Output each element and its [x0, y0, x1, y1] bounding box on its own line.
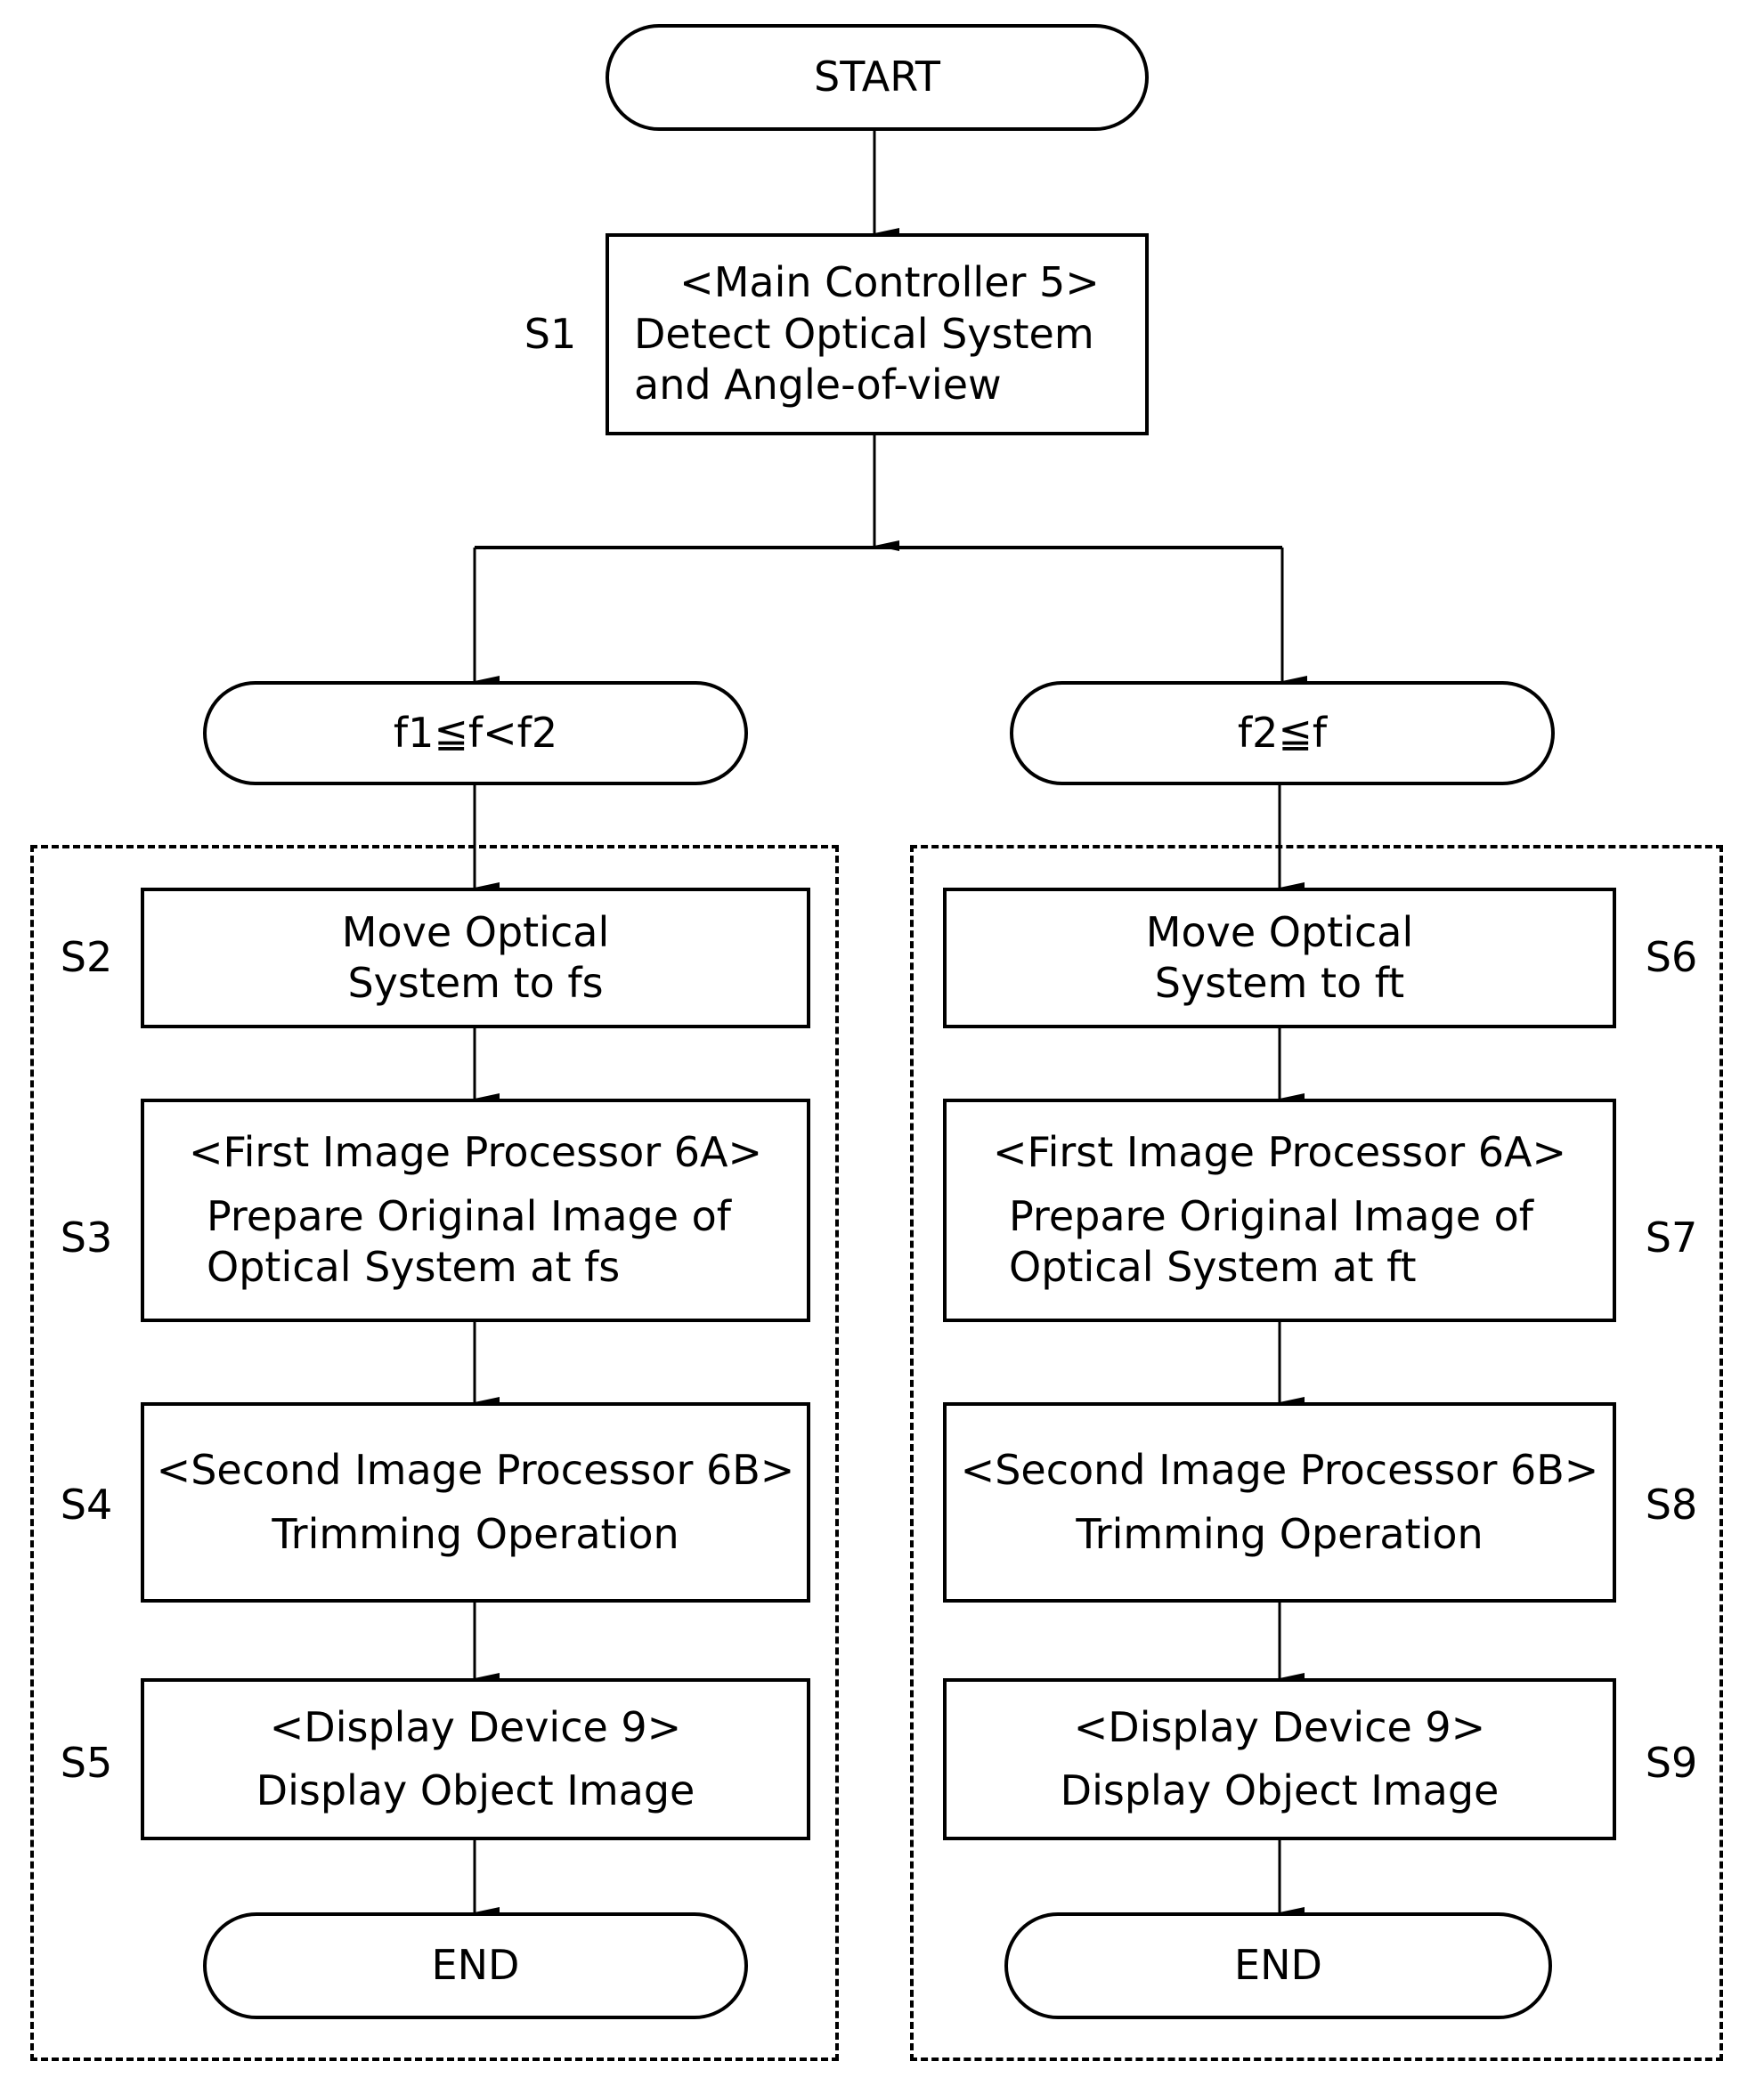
s6-text-line-2: System to ft [1154, 959, 1405, 1007]
s5-text-line-1: Display Object Image [256, 1766, 695, 1814]
start-terminal: START [606, 24, 1149, 131]
right-condition-terminal: f2≦f [1010, 681, 1555, 785]
s9-step-label: S9 [1645, 1739, 1698, 1787]
s6-text-line-1: Move Optical [1145, 907, 1414, 956]
s1-box: <Main Controller 5> Detect Optical Syste… [606, 233, 1149, 435]
s8-actor: <Second Image Processor 6B> [960, 1446, 1599, 1494]
s5-step-label: S5 [60, 1739, 113, 1787]
s3-text-line-2: Optical System at fs [207, 1243, 621, 1292]
s1-text-line-1: Detect Optical System [634, 309, 1094, 358]
s9-box: <Display Device 9> Display Object Image [943, 1678, 1616, 1840]
s3-box: <First Image Processor 6A> Prepare Origi… [141, 1099, 810, 1322]
s7-box: <First Image Processor 6A> Prepare Origi… [943, 1099, 1616, 1322]
s9-text-line-1: Display Object Image [1060, 1766, 1500, 1814]
right-end-terminal: END [1004, 1912, 1552, 2019]
left-end-terminal: END [203, 1912, 748, 2019]
s6-box: Move Optical System to ft [943, 888, 1616, 1028]
s2-text-line-2: System to fs [347, 959, 604, 1007]
s1-actor: <Main Controller 5> [679, 258, 1100, 307]
s3-step-label: S3 [60, 1213, 113, 1262]
s5-box: <Display Device 9> Display Object Image [141, 1678, 810, 1840]
s8-step-label: S8 [1645, 1481, 1698, 1529]
s4-text-line-1: Trimming Operation [272, 1509, 679, 1558]
s3-text-line-1: Prepare Original Image of [207, 1191, 731, 1240]
s9-actor: <Display Device 9> [1073, 1702, 1486, 1751]
right-condition-label: f2≦f [1237, 708, 1328, 757]
s7-text-line-1: Prepare Original Image of [1009, 1191, 1533, 1240]
left-condition-terminal: f1≦f<f2 [203, 681, 748, 785]
left-condition-label: f1≦f<f2 [393, 708, 558, 757]
s5-actor: <Display Device 9> [269, 1702, 682, 1751]
s4-box: <Second Image Processor 6B> Trimming Ope… [141, 1402, 810, 1603]
left-end-label: END [431, 1941, 520, 1990]
right-end-label: END [1234, 1941, 1322, 1990]
s7-actor: <First Image Processor 6A> [992, 1128, 1567, 1177]
s4-step-label: S4 [60, 1481, 113, 1529]
s7-text-line-2: Optical System at ft [1009, 1243, 1417, 1292]
s4-actor: <Second Image Processor 6B> [156, 1446, 795, 1494]
s8-box: <Second Image Processor 6B> Trimming Ope… [943, 1402, 1616, 1603]
s2-step-label: S2 [60, 933, 113, 981]
s3-actor: <First Image Processor 6A> [188, 1128, 763, 1177]
s2-box: Move Optical System to fs [141, 888, 810, 1028]
s7-step-label: S7 [1645, 1213, 1698, 1262]
s1-step-label: S1 [524, 310, 577, 358]
s8-text-line-1: Trimming Operation [1076, 1509, 1484, 1558]
start-label: START [814, 53, 940, 101]
s1-text-line-2: and Angle-of-view [634, 361, 1002, 410]
s2-text-line-1: Move Optical [341, 907, 610, 956]
s6-step-label: S6 [1645, 933, 1698, 981]
